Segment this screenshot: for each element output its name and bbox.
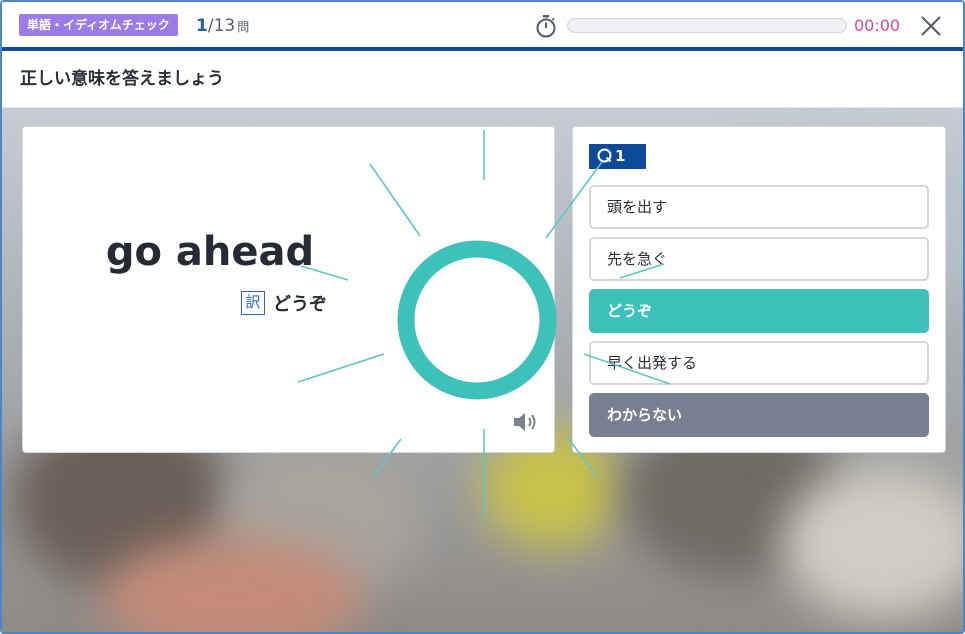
top-bar: 単語・イディオムチェック 1/13 問 00:00 bbox=[2, 2, 963, 47]
choice-4[interactable]: 早く出発する bbox=[589, 341, 929, 385]
choice-panel: 1 頭を出す 先を急ぐ どうぞ 早く出発する わからない bbox=[572, 126, 946, 453]
translation-text: どうぞ bbox=[273, 294, 327, 315]
timer-progress-bar bbox=[567, 18, 847, 33]
close-icon[interactable] bbox=[919, 14, 943, 38]
choice-2[interactable]: 先を急ぐ bbox=[589, 237, 929, 281]
stopwatch-icon bbox=[536, 15, 556, 38]
question-icon bbox=[597, 148, 612, 163]
instruction-text: 正しい意味を答えましょう bbox=[20, 69, 224, 89]
counter-current: 1 bbox=[196, 16, 208, 36]
choice-1[interactable]: 頭を出す bbox=[589, 185, 929, 229]
translation-row: 訳どうぞ bbox=[241, 290, 327, 316]
dont-know-button[interactable]: わからない bbox=[589, 393, 929, 437]
quiz-window: 単語・イディオムチェック 1/13 問 00:00 正しい意味を答えましょう go… bbox=[0, 0, 965, 634]
translation-icon: 訳 bbox=[241, 291, 265, 315]
counter-unit: 問 bbox=[237, 20, 250, 34]
speaker-icon[interactable] bbox=[512, 410, 540, 434]
question-number-badge: 1 bbox=[589, 144, 646, 169]
word-card: go ahead 訳どうぞ bbox=[22, 126, 555, 453]
instruction-bar: 正しい意味を答えましょう bbox=[2, 51, 963, 108]
counter-total: /13 bbox=[207, 16, 236, 36]
category-badge: 単語・イディオムチェック bbox=[19, 14, 178, 36]
question-counter: 1/13 問 bbox=[196, 15, 249, 37]
target-word: go ahead bbox=[105, 229, 315, 275]
timer-readout: 00:00 bbox=[854, 16, 901, 35]
question-number: 1 bbox=[615, 147, 626, 165]
choice-3-correct[interactable]: どうぞ bbox=[589, 289, 929, 333]
